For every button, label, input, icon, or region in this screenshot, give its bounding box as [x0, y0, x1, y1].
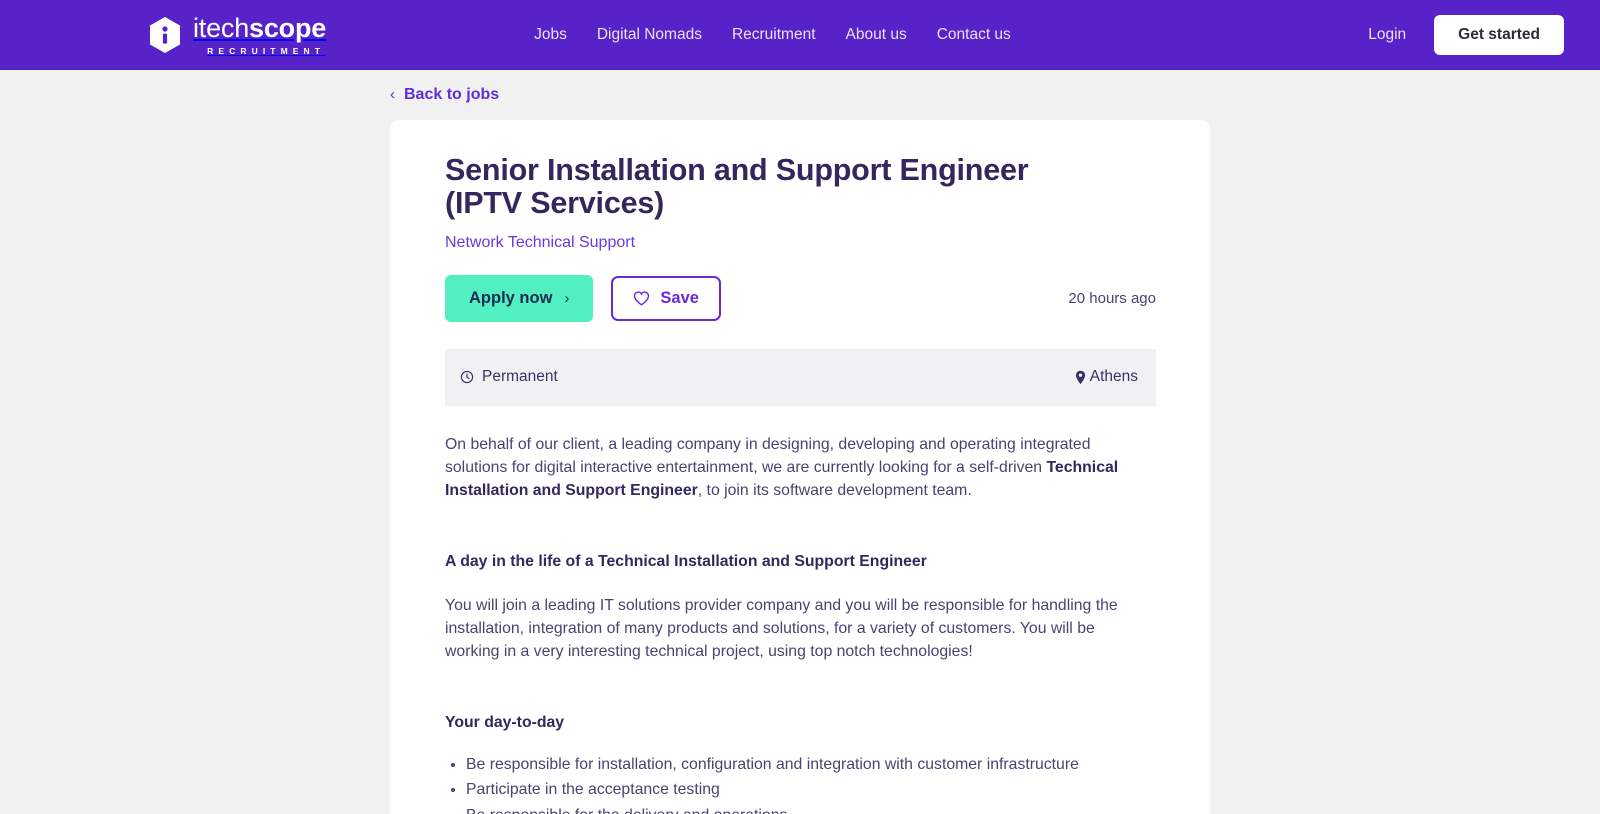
section-heading-day-to-day: Your day-to-day: [445, 713, 565, 731]
back-to-jobs-link[interactable]: ‹ Back to jobs: [390, 86, 499, 104]
contract-type-label: Permanent: [482, 368, 558, 386]
get-started-button[interactable]: Get started: [1434, 15, 1564, 55]
apply-now-button[interactable]: Apply now ›: [445, 274, 594, 322]
site-header: itechscope RECRUITMENT Jobs Digital Noma…: [0, 0, 1600, 70]
section-paragraph-day-in-life: You will join a leading IT solutions pro…: [445, 596, 1118, 661]
apply-now-label: Apply now: [469, 288, 553, 307]
save-job-button[interactable]: Save: [611, 275, 721, 321]
save-job-label: Save: [660, 288, 699, 307]
nav-item-recruitment[interactable]: Recruitment: [732, 26, 816, 44]
header-actions: Login Get started: [1368, 15, 1564, 55]
back-row: ‹ Back to jobs: [390, 70, 1210, 105]
day-to-day-list: Be responsible for installation, configu…: [445, 754, 1156, 814]
contract-type-item: Permanent: [460, 368, 558, 386]
list-item: Be responsible for the delivery and oper…: [466, 805, 1156, 814]
logo-word-light: itech: [193, 12, 250, 43]
back-to-jobs-label: Back to jobs: [404, 86, 500, 103]
job-detail-card: Senior Installation and Support Engineer…: [390, 119, 1210, 814]
job-title: Senior Installation and Support Engineer…: [445, 152, 1029, 221]
job-category: Network Technical Support: [445, 233, 636, 251]
nav-item-digital-nomads[interactable]: Digital Nomads: [597, 26, 702, 44]
job-meta-bar: Permanent Athens: [445, 348, 1156, 406]
list-item: Participate in the acceptance testing: [466, 779, 1156, 801]
main-navigation: Jobs Digital Nomads Recruitment About us…: [534, 26, 1011, 44]
posted-time: 20 hours ago: [1068, 289, 1156, 307]
list-item: Be responsible for installation, configu…: [466, 754, 1156, 776]
intro-part1: On behalf of our client, a leading compa…: [445, 435, 1091, 476]
intro-part2: , to join its software development team.: [697, 482, 972, 500]
nav-item-contact-us[interactable]: Contact us: [937, 26, 1011, 44]
nav-item-about-us[interactable]: About us: [846, 26, 907, 44]
intro-paragraph: On behalf of our client, a leading compa…: [445, 433, 1145, 503]
job-actions: Apply now › Save 20 hours ago: [445, 274, 1156, 322]
location-label: Athens: [1089, 368, 1138, 386]
section-heading-day-in-life: A day in the life of a Technical Install…: [445, 552, 927, 570]
location-item: Athens: [1075, 368, 1138, 386]
logo-word-bold: scope: [249, 12, 327, 43]
chevron-right-icon: ›: [564, 289, 570, 307]
hexagon-logo-icon: [150, 17, 180, 53]
logo-wordmark: itechscope: [193, 12, 327, 43]
logo-text: itechscope RECRUITMENT: [193, 12, 327, 56]
login-link[interactable]: Login: [1368, 26, 1406, 44]
logo-link[interactable]: itechscope RECRUITMENT: [148, 12, 327, 56]
clock-icon: [460, 370, 474, 384]
location-pin-icon: [1075, 370, 1085, 384]
heart-icon: [634, 290, 650, 306]
chevron-left-icon: ‹: [390, 85, 395, 103]
logo-tagline: RECRUITMENT: [207, 45, 326, 56]
nav-item-jobs[interactable]: Jobs: [534, 26, 567, 44]
job-description: On behalf of our client, a leading compa…: [445, 406, 1156, 814]
